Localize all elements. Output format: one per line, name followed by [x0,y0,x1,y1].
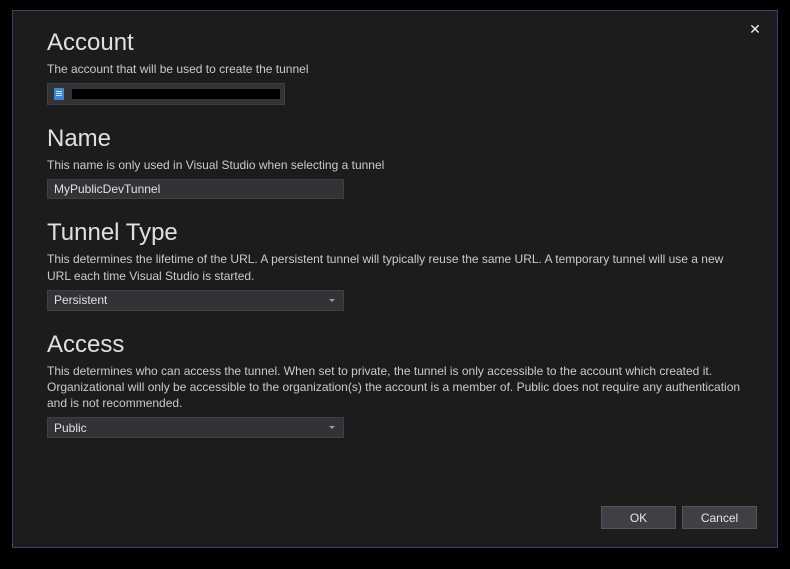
chevron-down-icon [329,299,335,302]
tunnel-type-desc: This determines the lifetime of the URL.… [47,251,747,283]
access-value: Public [54,421,87,435]
access-section: Access This determines who can access th… [47,331,747,439]
tunnel-type-title: Tunnel Type [47,219,747,247]
account-desc: The account that will be used to create … [47,61,747,77]
tunnel-type-section: Tunnel Type This determines the lifetime… [47,219,747,310]
name-desc: This name is only used in Visual Studio … [47,157,747,173]
tunnel-type-value: Persistent [54,293,107,307]
tunnel-name-input[interactable] [47,179,344,199]
account-title: Account [47,29,747,57]
close-icon: ✕ [749,21,761,38]
access-title: Access [47,331,747,359]
tunnel-type-dropdown[interactable]: Persistent [47,290,344,311]
create-tunnel-dialog: ✕ Account The account that will be used … [12,10,778,548]
account-selector[interactable] [47,83,285,105]
account-section: Account The account that will be used to… [47,29,747,105]
account-value-redacted [72,89,280,99]
name-section: Name This name is only used in Visual St… [47,125,747,199]
ok-button[interactable]: OK [601,506,676,529]
access-desc: This determines who can access the tunne… [47,363,747,412]
name-title: Name [47,125,747,153]
close-button[interactable]: ✕ [741,17,769,41]
access-dropdown[interactable]: Public [47,417,344,438]
cancel-button[interactable]: Cancel [682,506,757,529]
account-icon [52,87,66,101]
dialog-footer: OK Cancel [601,506,757,529]
chevron-down-icon [329,426,335,429]
